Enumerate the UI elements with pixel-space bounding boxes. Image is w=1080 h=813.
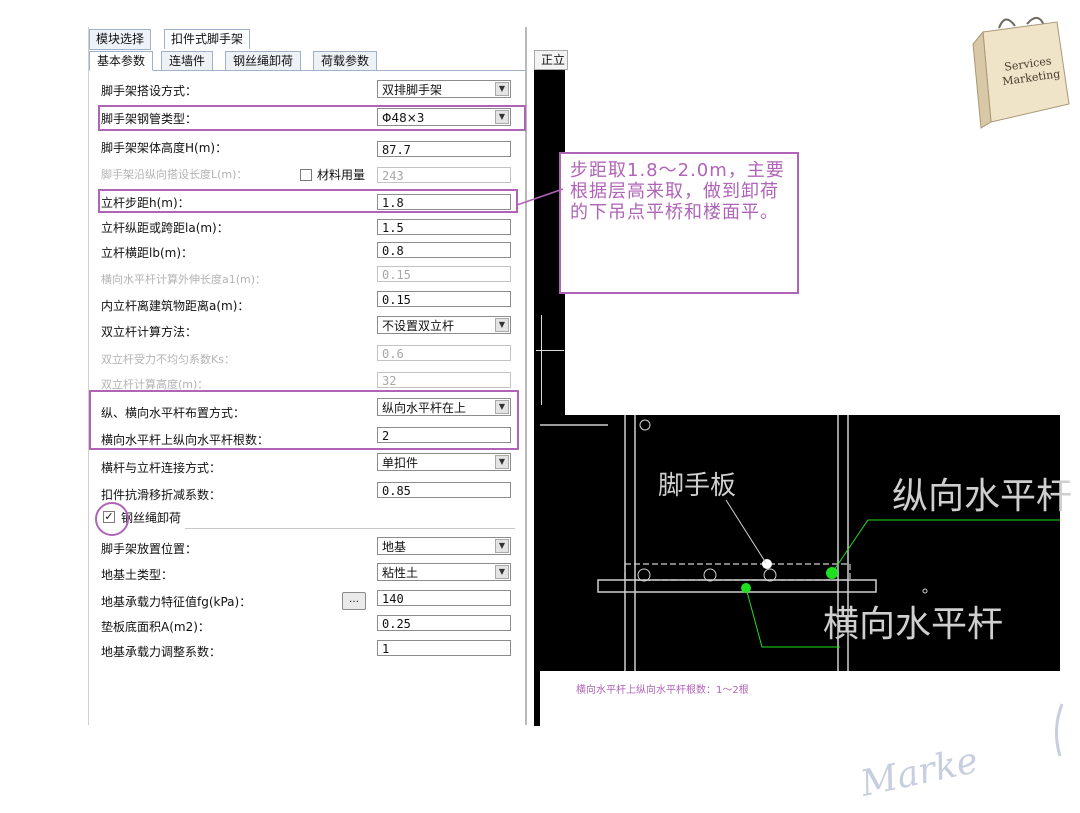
slip-label: 扣件抗滑移折减系数： bbox=[101, 488, 222, 502]
double-method-value: 不设置双立杆 bbox=[382, 319, 455, 333]
tab-load-params[interactable]: 荷载参数 bbox=[313, 51, 378, 71]
double-method-label: 双立杆计算方法： bbox=[101, 325, 198, 339]
cad-footnote-area: 横向水平杆上纵向水平杆根数：1～2根 bbox=[540, 671, 1058, 726]
height-input[interactable]: 87.7 bbox=[377, 141, 511, 157]
board-label: 脚手板 bbox=[658, 471, 737, 501]
lb-label: 立杆横距lb(m)： bbox=[101, 246, 194, 260]
group-divider bbox=[185, 528, 515, 529]
wire-unloading-label: 钢丝绳卸荷 bbox=[121, 511, 182, 525]
length-label: 脚手架沿纵向搭设长度L(m)： bbox=[101, 168, 248, 181]
parameter-dialog: 模块选择 扣件式脚手架 基本参数 连墙件 钢丝绳卸荷 荷载参数 脚手架搭设方式：… bbox=[88, 27, 527, 725]
lb-input[interactable]: 0.8 bbox=[377, 242, 511, 258]
erect-mode-label: 脚手架搭设方式： bbox=[101, 84, 198, 98]
step-highlight bbox=[98, 189, 518, 213]
length-input[interactable]: 243 bbox=[377, 167, 511, 183]
note-callout-text: 步距取1.8～2.0m，主要根据层高来取，做到卸荷的下吊点平桥和楼面平。 bbox=[570, 160, 785, 223]
double-method-select[interactable]: 不设置双立杆 ▼ bbox=[377, 316, 511, 334]
pipe-type-highlight bbox=[98, 105, 526, 131]
material-usage-label: 材料用量 bbox=[317, 168, 366, 182]
height-label: 脚手架架体高度H(m)： bbox=[101, 141, 228, 155]
watermark-flourish bbox=[1055, 703, 1064, 757]
tab-fastener-scaffold[interactable]: 扣件式脚手架 bbox=[164, 29, 251, 49]
soil-label: 地基土类型： bbox=[101, 568, 174, 582]
location-value: 地基 bbox=[382, 540, 407, 554]
marketing-watermark: Marke bbox=[857, 740, 982, 805]
transverse-bar-label: 横向水平杆 bbox=[823, 604, 1004, 645]
area-input[interactable]: 0.25 bbox=[377, 615, 511, 631]
a1-input[interactable]: 0.15 bbox=[377, 266, 511, 282]
fg-lookup-button[interactable]: … bbox=[342, 592, 366, 610]
chevron-down-icon[interactable]: ▼ bbox=[495, 455, 509, 469]
tab-divider bbox=[89, 70, 525, 71]
material-usage-checkbox[interactable] bbox=[300, 169, 312, 181]
fg-label: 地基承载力特征值fg(kPa)： bbox=[101, 595, 252, 609]
longitudinal-bar-label: 纵向水平杆 bbox=[892, 476, 1073, 517]
chevron-down-icon[interactable]: ▼ bbox=[495, 539, 509, 553]
adjust-input[interactable]: 1 bbox=[377, 640, 511, 656]
location-label: 脚手架放置位置： bbox=[101, 542, 198, 556]
la-label: 立杆纵距或跨距la(m)： bbox=[101, 221, 229, 235]
connect-select[interactable]: 单扣件 ▼ bbox=[377, 453, 511, 471]
erect-mode-select[interactable]: 双排脚手架 ▼ bbox=[377, 80, 511, 98]
connect-value: 单扣件 bbox=[382, 456, 419, 470]
cad-footnote: 横向水平杆上纵向水平杆根数：1～2根 bbox=[576, 685, 749, 696]
tab-wire-rope-unloading[interactable]: 钢丝绳卸荷 bbox=[225, 51, 302, 71]
cad-drawing: 脚手板 纵向水平杆 横向水平杆 bbox=[540, 415, 1072, 671]
adjust-label: 地基承载力调整系数： bbox=[101, 645, 222, 659]
soil-select[interactable]: 粘性土 ▼ bbox=[377, 563, 511, 581]
tab-front-view[interactable]: 正立 bbox=[534, 50, 568, 70]
double-height-input[interactable]: 32 bbox=[377, 372, 511, 388]
shopping-bag-icon: Services Marketing bbox=[972, 17, 1070, 129]
la-input[interactable]: 1.5 bbox=[377, 219, 511, 235]
area-label: 垫板底面积A(m2)： bbox=[101, 620, 210, 634]
a-label: 内立杆离建筑物距离a(m)： bbox=[101, 299, 250, 313]
layout-highlight bbox=[89, 390, 519, 450]
chevron-down-icon[interactable]: ▼ bbox=[495, 82, 509, 96]
a-input[interactable]: 0.15 bbox=[377, 291, 511, 307]
connect-label: 横杆与立杆连接方式： bbox=[101, 461, 222, 475]
tab-module-select[interactable]: 模块选择 bbox=[89, 29, 152, 50]
chevron-down-icon[interactable]: ▼ bbox=[495, 565, 509, 579]
cad-line bbox=[541, 315, 542, 405]
erect-mode-value: 双排脚手架 bbox=[382, 83, 443, 97]
wire-unloading-circle bbox=[95, 502, 129, 536]
tab-wall-ties[interactable]: 连墙件 bbox=[161, 51, 214, 71]
cad-line bbox=[536, 350, 564, 351]
location-select[interactable]: 地基 ▼ bbox=[377, 537, 511, 555]
cad-view-edge bbox=[534, 671, 540, 726]
fg-input[interactable]: 140 bbox=[377, 590, 511, 606]
tab-basic-params[interactable]: 基本参数 bbox=[89, 51, 154, 71]
ks-label: 双立杆受力不均匀系数Ks： bbox=[101, 353, 235, 366]
callout-pointer bbox=[516, 188, 564, 206]
slip-input[interactable]: 0.85 bbox=[377, 482, 511, 498]
chevron-down-icon[interactable]: ▼ bbox=[495, 318, 509, 332]
a1-label: 横向水平杆计算外伸长度a1(m)： bbox=[101, 273, 267, 286]
soil-value: 粘性土 bbox=[382, 566, 419, 580]
ks-input[interactable]: 0.6 bbox=[377, 345, 511, 361]
